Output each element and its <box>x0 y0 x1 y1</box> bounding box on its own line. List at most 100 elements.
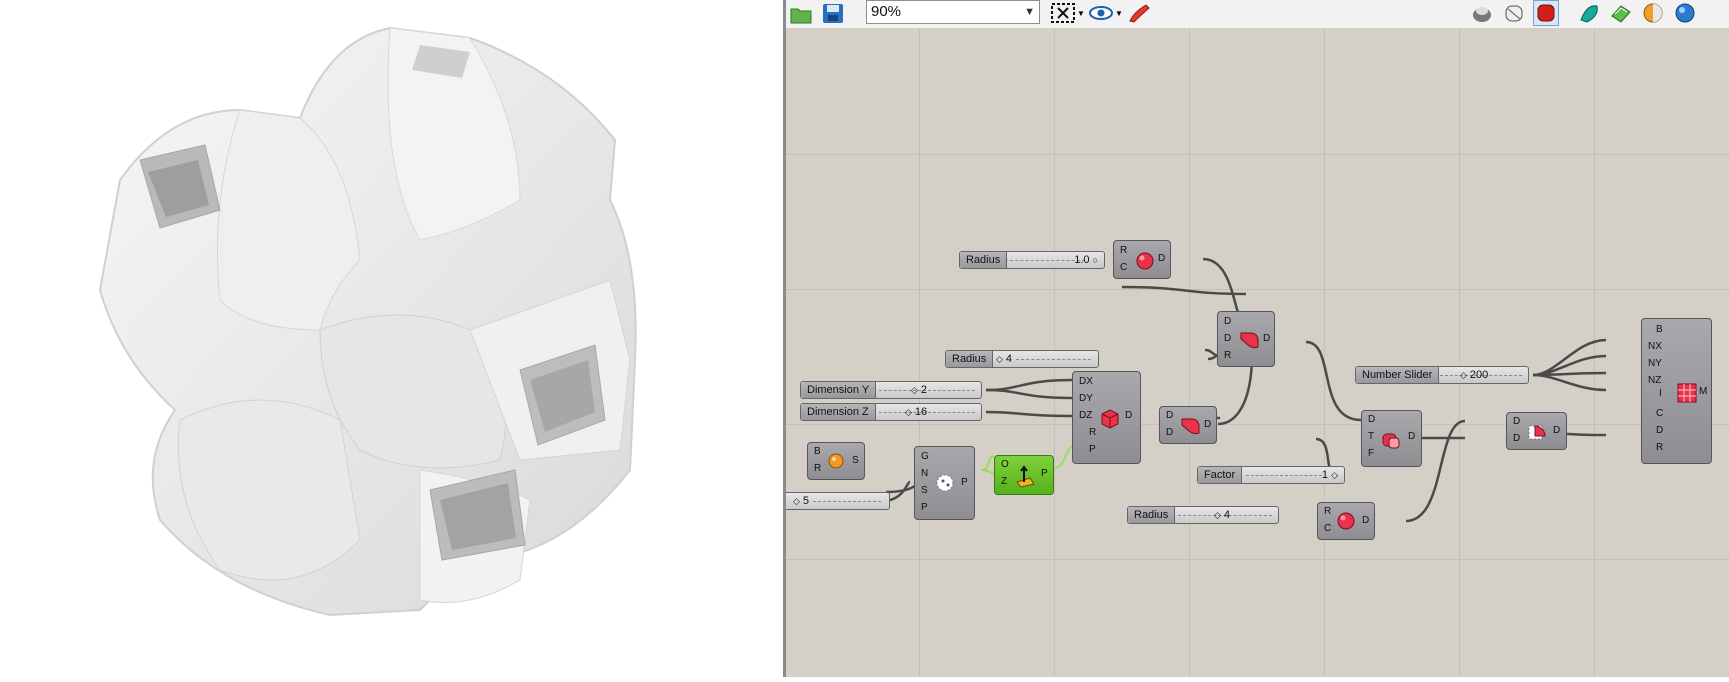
slider-label: Radius <box>960 252 1008 268</box>
smooth-icon <box>1382 433 1400 449</box>
output-d: D <box>1263 333 1271 344</box>
input-d: D <box>1368 414 1376 425</box>
output-p: P <box>1041 468 1048 479</box>
smooth-component[interactable]: D T F D <box>1361 410 1422 467</box>
output-d: D <box>1158 253 1166 264</box>
slider-value: ◇ 4 <box>1214 509 1231 521</box>
output-d: D <box>1553 425 1561 436</box>
input-p: P <box>921 502 928 513</box>
sphere-component[interactable]: R C D <box>1317 502 1375 540</box>
open-file-icon[interactable] <box>788 0 814 26</box>
populate-icon <box>936 474 954 492</box>
input-i: I <box>1659 388 1662 399</box>
input-b: B <box>814 446 821 457</box>
slider-label: Radius <box>1128 507 1176 523</box>
slider-label: Dimension Z <box>801 404 876 420</box>
box-icon <box>1101 409 1119 429</box>
slider-value: ◇ 16 <box>905 406 928 418</box>
sketch-pen-icon[interactable] <box>1126 0 1152 26</box>
zoom-value: 90% <box>871 3 902 20</box>
slider-value: 1 ◇ <box>1321 469 1338 481</box>
input-c: C <box>1656 408 1664 419</box>
output-d: D <box>1125 410 1133 421</box>
material-icon[interactable] <box>1640 0 1666 26</box>
slider-value: ◇ 2 <box>911 384 928 396</box>
input-r: R <box>1089 427 1097 438</box>
input-c: C <box>1324 523 1332 534</box>
input-dz: DZ <box>1079 410 1093 421</box>
plane-icon <box>1016 465 1035 488</box>
output-d: D <box>1408 431 1416 442</box>
input-d: D <box>1166 410 1174 421</box>
subtract-component[interactable]: D D D <box>1159 406 1217 444</box>
input-t: T <box>1368 431 1375 442</box>
radius-slider[interactable]: Radius ◇ 4 <box>1127 506 1279 524</box>
input-dx: DX <box>1079 376 1093 387</box>
grasshopper-canvas[interactable]: Radius 1.0 ○ R C D D D R D Radius ◇ 4 Dim… <box>786 28 1729 677</box>
input-ny: NY <box>1648 358 1662 369</box>
preview-eye-icon[interactable] <box>1088 0 1114 26</box>
input-d: D <box>1513 416 1521 427</box>
preview-off-icon[interactable] <box>1469 0 1495 26</box>
sphere-component[interactable]: R C D <box>1113 240 1171 279</box>
input-dy: DY <box>1079 393 1093 404</box>
plane-component[interactable]: O Z P <box>994 455 1054 495</box>
solid-icon[interactable] <box>1608 0 1634 26</box>
sphere-icon <box>1337 512 1355 530</box>
save-file-icon[interactable] <box>820 0 846 26</box>
slider-label: Dimension Y <box>801 382 877 398</box>
sphere-icon[interactable] <box>1672 0 1698 26</box>
factor-slider[interactable]: Factor 1 ◇ <box>1197 466 1345 484</box>
input-r: R <box>814 463 822 474</box>
mesh-component[interactable]: B NX NY NZ I C D R M <box>1641 318 1712 464</box>
chevron-down-icon: ▼ <box>1024 6 1035 18</box>
count-slider[interactable]: ◇ 5 <box>786 492 890 510</box>
output-d: D <box>1204 419 1212 430</box>
output-p: P <box>961 477 968 488</box>
chevron-down-icon[interactable]: ▼ <box>1075 0 1087 26</box>
input-d: D <box>1224 316 1232 327</box>
preview-shaded-icon[interactable] <box>1533 0 1559 26</box>
chevron-down-icon[interactable]: ▼ <box>1113 0 1125 26</box>
box-component[interactable]: DX DY DZ R P D <box>1072 371 1141 464</box>
input-o: O <box>1001 459 1009 470</box>
input-nz: NZ <box>1648 375 1662 386</box>
point-sphere-icon <box>828 453 844 469</box>
rendered-geometry <box>98 26 637 617</box>
output-m: M <box>1699 386 1708 397</box>
output-s: S <box>852 455 859 466</box>
bake-icon[interactable] <box>1576 0 1602 26</box>
grasshopper-window: 90% ▼ ▼ ▼ Radius 1.0 ○ R C D D D R D Rad… <box>786 0 1729 677</box>
slider-value: ◇ 200 <box>1460 369 1489 381</box>
input-g: G <box>921 451 929 462</box>
input-r: R <box>1656 442 1664 453</box>
radius-slider[interactable]: Radius ◇ 4 <box>945 350 1099 368</box>
blend-component[interactable]: D D D <box>1506 412 1567 450</box>
input-d: D <box>1656 425 1664 436</box>
input-f: F <box>1368 448 1375 459</box>
dimension-z-slider[interactable]: Dimension Z ◇ 16 <box>800 403 982 421</box>
input-d: D <box>1224 333 1232 344</box>
zoom-dropdown[interactable]: 90% ▼ <box>866 0 1040 24</box>
blend-icon <box>1528 425 1546 440</box>
input-d: D <box>1166 427 1174 438</box>
union-icon <box>1240 332 1259 349</box>
zoom-extents-icon[interactable] <box>1050 0 1076 26</box>
preview-wire-icon[interactable] <box>1501 0 1527 26</box>
radius-slider[interactable]: Radius 1.0 ○ <box>959 251 1105 269</box>
input-r: R <box>1324 506 1332 517</box>
rhino-viewport[interactable] <box>0 0 783 677</box>
populate-component[interactable]: G N S P P <box>914 446 975 520</box>
input-d: D <box>1513 433 1521 444</box>
number-slider[interactable]: Number Slider ◇ 200 <box>1355 366 1529 384</box>
slider-value: ◇ 5 <box>793 495 810 507</box>
union-component[interactable]: D D R D <box>1217 311 1275 367</box>
dimension-y-slider[interactable]: Dimension Y ◇ 2 <box>800 381 982 399</box>
input-z: Z <box>1001 476 1008 487</box>
sphere-component[interactable]: B R S <box>807 442 865 480</box>
input-n: N <box>921 468 929 479</box>
slider-value: 1.0 ○ <box>1074 254 1098 266</box>
slider-label: Number Slider <box>1356 367 1440 383</box>
input-s: S <box>921 485 928 496</box>
subtract-icon <box>1181 418 1200 435</box>
